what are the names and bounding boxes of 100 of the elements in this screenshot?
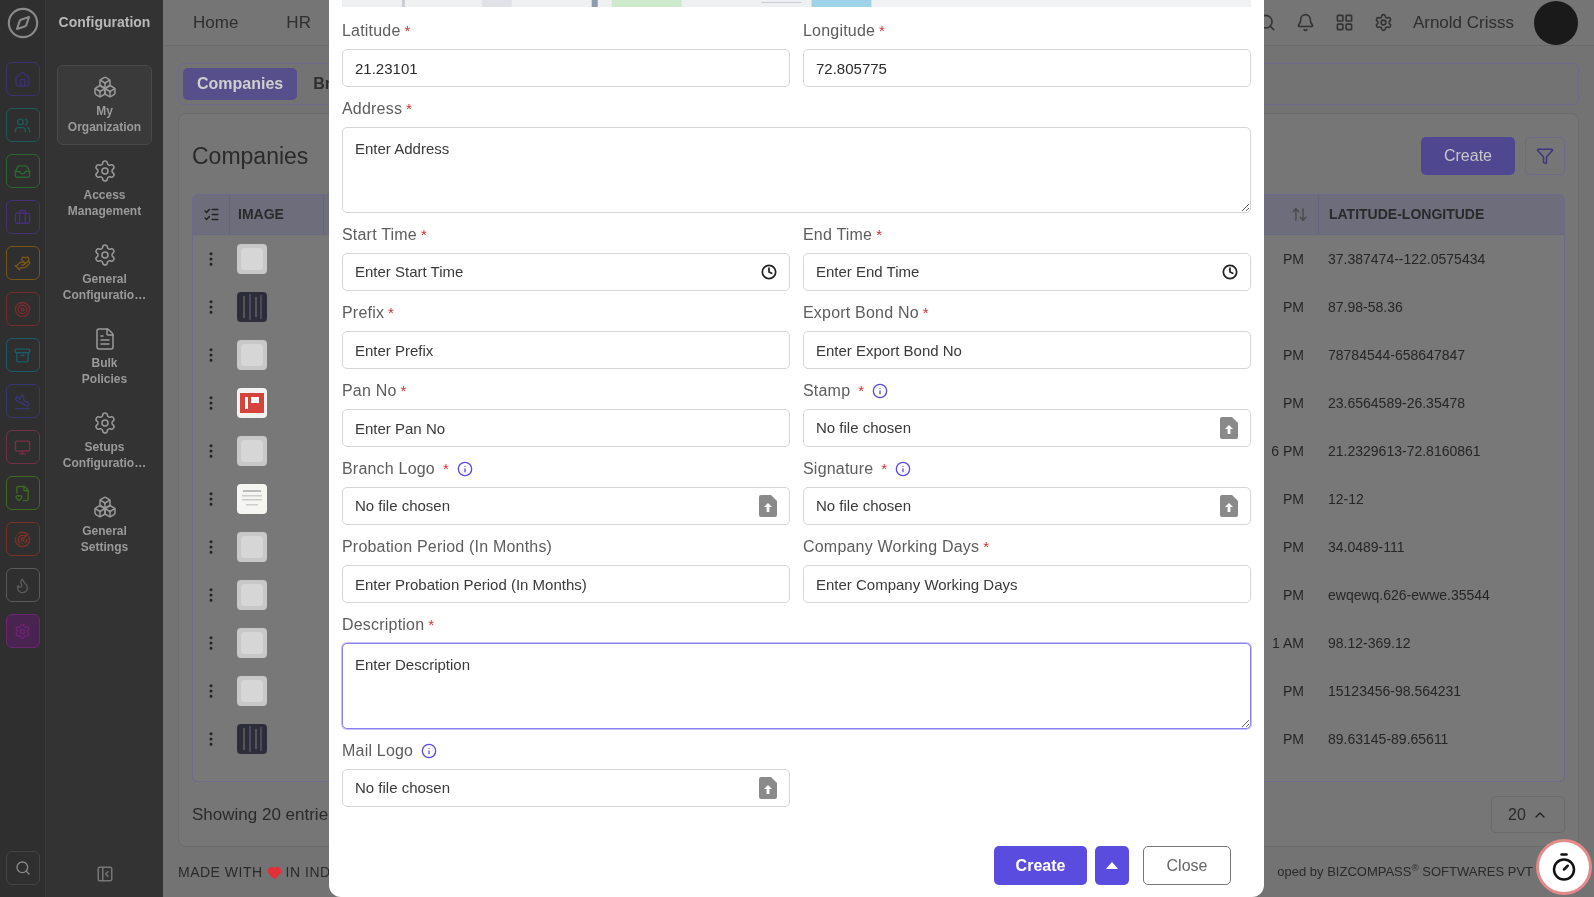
footer-text: oped by BIZCOMPASS$^{®}$ SOFTWARES PVT [1277, 862, 1533, 882]
footer-text: MADE WITH [178, 862, 263, 882]
file-input[interactable]: No file chosen [342, 769, 790, 807]
monitor-icon [14, 438, 31, 456]
page-size-select[interactable]: 20 [1491, 796, 1565, 833]
field-label: Pan No [342, 381, 397, 401]
field-label: Branch Logo [342, 459, 435, 479]
column-settings-icon[interactable] [202, 206, 220, 223]
table-cell-text: 89.63145-89.65611 [1327, 729, 1450, 749]
text-input[interactable]: Enter Pan No [342, 409, 790, 447]
field-label: Company Working Days [803, 537, 980, 557]
time-input[interactable]: Enter Start Time [342, 253, 790, 291]
info-icon[interactable] [872, 383, 889, 399]
create-button[interactable]: Create [994, 846, 1087, 885]
search-icon [14, 860, 31, 876]
time-input[interactable]: Enter End Time [803, 253, 1251, 291]
hand-heart-icon [14, 254, 31, 272]
plane-icon [14, 392, 31, 410]
nav-link[interactable]: Home [193, 9, 239, 36]
file-input[interactable]: No file chosen [342, 487, 790, 525]
rail-item[interactable] [5, 476, 40, 510]
heart-icon [266, 864, 282, 880]
tab[interactable]: Br [311, 68, 334, 100]
text-input[interactable]: 21.23101 [342, 49, 790, 87]
search-button[interactable] [5, 851, 40, 885]
timer-button[interactable] [1536, 839, 1592, 895]
tray-icon [14, 162, 31, 180]
required-mark: * [876, 224, 883, 245]
column-header: IMAGE [229, 195, 323, 234]
avatar[interactable] [1534, 0, 1578, 45]
entries-count: Showing 20 entrie [192, 803, 329, 826]
table-cell-text: 37.387474--122.0575434 [1327, 249, 1487, 269]
close-button[interactable]: Close [1143, 846, 1231, 885]
create-button[interactable]: Create [1421, 137, 1515, 175]
submenu-item[interactable]: Access Management [57, 149, 152, 229]
text-input[interactable]: Enter Export Bond No [803, 331, 1251, 369]
file-upload-icon[interactable] [1220, 417, 1238, 439]
radar-icon [14, 530, 31, 548]
page-title: Companies [192, 141, 309, 171]
compass-icon[interactable] [5, 6, 40, 40]
field-label: Stamp [803, 381, 851, 401]
submenu-item[interactable]: My Organization [57, 65, 152, 145]
text-input[interactable]: Enter Prefix [342, 331, 790, 369]
file-input[interactable]: No file chosen [803, 487, 1251, 525]
required-mark: * [406, 98, 412, 119]
settings-icon [92, 243, 117, 267]
rail-item[interactable] [5, 338, 40, 372]
text-input[interactable]: Enter Probation Period (In Months) [342, 565, 790, 603]
rail-item[interactable] [5, 246, 40, 280]
required-mark: * [404, 20, 411, 41]
rail-item[interactable] [5, 154, 40, 188]
info-icon[interactable] [895, 461, 912, 477]
submenu-item[interactable]: General Configuratio… [57, 233, 152, 313]
more-options-button[interactable] [1095, 846, 1129, 885]
file-upload-icon[interactable] [1220, 495, 1238, 517]
field-label: Prefix [342, 303, 385, 323]
submenu-item[interactable]: Bulk Policies [57, 317, 152, 397]
nav-link[interactable]: HR [286, 9, 311, 36]
info-icon[interactable] [421, 743, 438, 759]
table-cell-text: PM [1282, 537, 1305, 557]
file-upload-icon[interactable] [759, 495, 777, 517]
table-cell-text: 21.2329613-72.8160861 [1327, 441, 1482, 461]
bell-icon[interactable] [1295, 13, 1315, 32]
tab[interactable]: Companies [183, 68, 298, 100]
field-label: Longitude [803, 21, 876, 41]
briefcase-icon [14, 208, 31, 226]
table-cell-text: ewqewq.626-ewwe.35544 [1327, 585, 1491, 605]
table-cell-text: 78784544-658647847 [1327, 345, 1467, 365]
table-cell-text: 34.0489-111 [1327, 537, 1406, 557]
file-input[interactable]: No file chosen [803, 409, 1251, 447]
required-mark: * [858, 380, 865, 401]
people-icon [14, 116, 31, 134]
submenu-item[interactable]: General Settings [57, 485, 152, 565]
required-mark: * [400, 380, 407, 401]
user-name[interactable]: Arnold Crisss [1412, 9, 1514, 36]
required-mark: * [922, 302, 929, 323]
apps-icon[interactable] [1334, 13, 1354, 32]
submenu-item[interactable]: Setups Configuratio… [57, 401, 152, 481]
text-input[interactable]: 72.805775 [803, 49, 1251, 87]
required-mark: * [442, 458, 449, 479]
table-cell-text: 15123456-98.564231 [1327, 681, 1463, 701]
filter-button[interactable] [1525, 137, 1565, 175]
clock-icon [1222, 264, 1238, 280]
settings-icon[interactable] [1373, 13, 1393, 32]
filter-icon [1536, 147, 1554, 165]
collapse-icon[interactable] [95, 865, 114, 883]
settings-icon [14, 622, 31, 640]
target-icon [14, 300, 31, 318]
required-mark: * [388, 302, 394, 323]
file-upload-icon[interactable] [759, 777, 777, 799]
text-area[interactable]: Enter Description [342, 643, 1251, 729]
caret-icon [1106, 862, 1118, 869]
table-cell-text: PM [1282, 249, 1305, 269]
document-icon [14, 484, 31, 502]
archive-icon [14, 346, 31, 364]
sort-icon[interactable] [1291, 206, 1308, 223]
text-input[interactable]: Enter Company Working Days [803, 565, 1251, 603]
info-icon[interactable] [456, 461, 473, 477]
rail-item[interactable] [5, 568, 40, 602]
rail-item[interactable] [5, 108, 40, 142]
